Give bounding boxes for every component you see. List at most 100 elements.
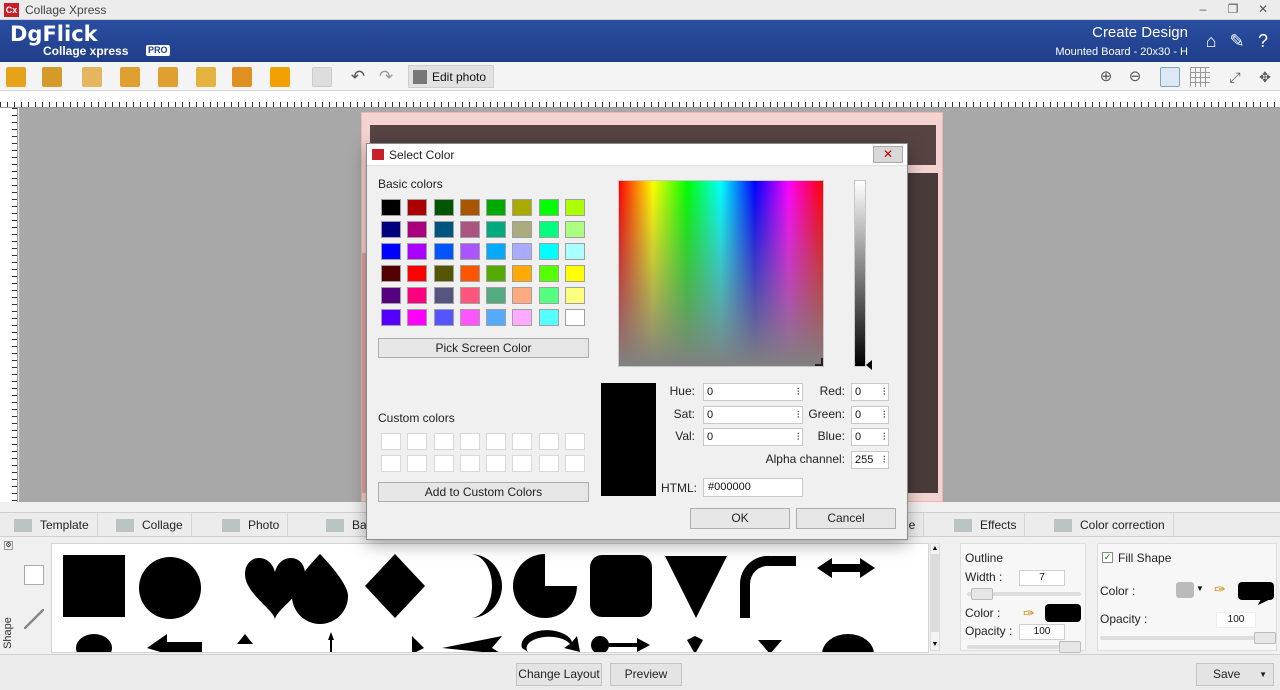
photo-column[interactable]	[908, 173, 938, 493]
alpha-channel-input[interactable]: 255	[851, 451, 889, 469]
custom-color-swatch[interactable]	[565, 455, 586, 472]
basic-color-swatch[interactable]	[433, 309, 454, 326]
rotate-icon[interactable]	[312, 67, 332, 87]
basic-color-swatch[interactable]	[407, 287, 428, 304]
fit-page-icon[interactable]	[1160, 67, 1180, 87]
basic-color-swatch[interactable]	[459, 199, 480, 216]
custom-color-swatch[interactable]	[407, 455, 428, 472]
spectrum-crosshair[interactable]	[815, 358, 823, 366]
hue-input[interactable]: 0	[703, 383, 803, 401]
tab-photo[interactable]: Photo	[214, 513, 289, 537]
basic-color-swatch[interactable]	[512, 309, 533, 326]
page-icon[interactable]	[82, 67, 102, 87]
save-dropdown-icon[interactable]: ▼	[1259, 664, 1267, 685]
shape-gallery[interactable]	[51, 543, 929, 653]
grid-icon[interactable]	[1190, 67, 1210, 87]
color-spectrum-picker[interactable]	[618, 180, 824, 367]
basic-color-swatch[interactable]	[433, 265, 454, 282]
outline-width-input[interactable]: 7	[1019, 570, 1065, 586]
small-arrow-shape[interactable]	[687, 636, 703, 653]
pick-screen-color-button[interactable]: Pick Screen Color	[378, 338, 589, 358]
custom-color-swatch[interactable]	[486, 433, 507, 450]
basic-color-swatch[interactable]	[538, 265, 559, 282]
html-color-input[interactable]: #000000	[703, 478, 803, 497]
basic-color-swatch[interactable]	[407, 221, 428, 238]
basic-color-swatch[interactable]	[381, 287, 401, 304]
grid-layout-icon[interactable]	[232, 67, 252, 87]
fill-opacity-input[interactable]: 100	[1216, 612, 1256, 628]
red-input[interactable]: 0	[851, 383, 889, 401]
redo-icon[interactable]: ↷	[376, 67, 396, 87]
fill-opacity-slider[interactable]	[1100, 632, 1276, 644]
pin-arrow-shape[interactable]	[607, 638, 650, 652]
outline-opacity-handle[interactable]	[1059, 641, 1081, 653]
wrench-icon[interactable]: ✎	[1228, 30, 1246, 52]
fill-pattern-icon[interactable]	[1176, 582, 1194, 598]
luminance-slider[interactable]	[854, 180, 866, 367]
basic-color-swatch[interactable]	[512, 199, 533, 216]
scroll-down-icon[interactable]: ▼	[931, 640, 939, 650]
custom-color-swatch[interactable]	[433, 455, 454, 472]
basic-color-swatch[interactable]	[381, 221, 401, 238]
move-icon[interactable]: ✥	[1255, 67, 1275, 87]
scroll-up-icon[interactable]: ▲	[931, 544, 939, 554]
basic-color-swatch[interactable]	[512, 243, 533, 260]
basic-color-swatch[interactable]	[381, 265, 401, 282]
basic-color-swatch[interactable]	[538, 199, 559, 216]
outline-width-handle[interactable]	[971, 588, 993, 600]
custom-color-swatch[interactable]	[407, 433, 428, 450]
lock-icon[interactable]	[6, 67, 26, 87]
basic-color-swatch[interactable]	[512, 265, 533, 282]
outline-opacity-slider[interactable]	[967, 641, 1081, 653]
outline-opacity-input[interactable]: 100	[1019, 624, 1065, 640]
blue-input[interactable]: 0	[851, 428, 889, 446]
curved-arrow-shape[interactable]	[521, 630, 580, 652]
luminance-arrow-icon[interactable]	[866, 360, 872, 370]
basic-color-swatch[interactable]	[512, 221, 533, 238]
basic-color-swatch[interactable]	[565, 221, 586, 238]
crescent-shape[interactable]	[470, 554, 502, 618]
triangle-down-shape[interactable]	[665, 556, 727, 618]
zoom-in-icon[interactable]: ⊕	[1096, 67, 1116, 87]
basic-color-swatch[interactable]	[565, 309, 586, 326]
diamond-shape[interactable]	[365, 554, 425, 618]
pin-head-shape[interactable]	[591, 636, 609, 653]
basic-color-swatch[interactable]	[459, 221, 480, 238]
basic-color-swatch[interactable]	[538, 243, 559, 260]
edit-photo-button[interactable]: Edit photo	[408, 65, 494, 88]
distribute-icon[interactable]	[196, 67, 216, 87]
basic-color-swatch[interactable]	[565, 287, 586, 304]
eyedropper-icon[interactable]: ✑	[1023, 604, 1041, 622]
custom-color-swatch[interactable]	[538, 433, 559, 450]
fill-shape-checkbox[interactable]: ✓	[1102, 552, 1113, 563]
restore-icon[interactable]: ❐	[1220, 1, 1246, 18]
ok-button[interactable]: OK	[690, 508, 790, 529]
basic-color-swatch[interactable]	[433, 221, 454, 238]
basic-color-swatch[interactable]	[459, 243, 480, 260]
fill-pattern-dropdown-icon[interactable]: ▼	[1196, 584, 1204, 593]
basic-color-swatch[interactable]	[459, 265, 480, 282]
preview-button[interactable]: Preview	[610, 663, 682, 686]
basic-color-swatch[interactable]	[381, 199, 401, 216]
fill-opacity-handle[interactable]	[1254, 632, 1276, 644]
outline-color-swatch[interactable]	[1045, 604, 1081, 622]
tab-effects[interactable]: Effects	[946, 513, 1026, 537]
corner-shape[interactable]	[739, 555, 796, 618]
shape-gallery-scrollbar[interactable]: ▲ ▼	[930, 543, 940, 651]
outline-width-slider[interactable]	[967, 588, 1081, 600]
custom-color-swatch[interactable]	[459, 455, 480, 472]
left-arrow-shape[interactable]	[147, 634, 202, 653]
basic-color-swatch[interactable]	[565, 265, 586, 282]
square-shape[interactable]	[63, 555, 125, 617]
custom-color-swatch[interactable]	[538, 455, 559, 472]
tab-color-correction[interactable]: Color correction	[1046, 513, 1174, 537]
custom-color-swatch[interactable]	[381, 433, 401, 450]
minimize-icon[interactable]: –	[1190, 1, 1216, 18]
tab-template[interactable]: Template	[6, 513, 98, 537]
arrange-icon[interactable]	[42, 67, 62, 87]
green-input[interactable]: 0	[851, 406, 889, 424]
circle-shape[interactable]	[139, 557, 201, 619]
basic-color-swatch[interactable]	[486, 287, 507, 304]
add-to-custom-colors-button[interactable]: Add to Custom Colors	[378, 482, 589, 502]
triangle-up-shape[interactable]	[758, 640, 782, 653]
